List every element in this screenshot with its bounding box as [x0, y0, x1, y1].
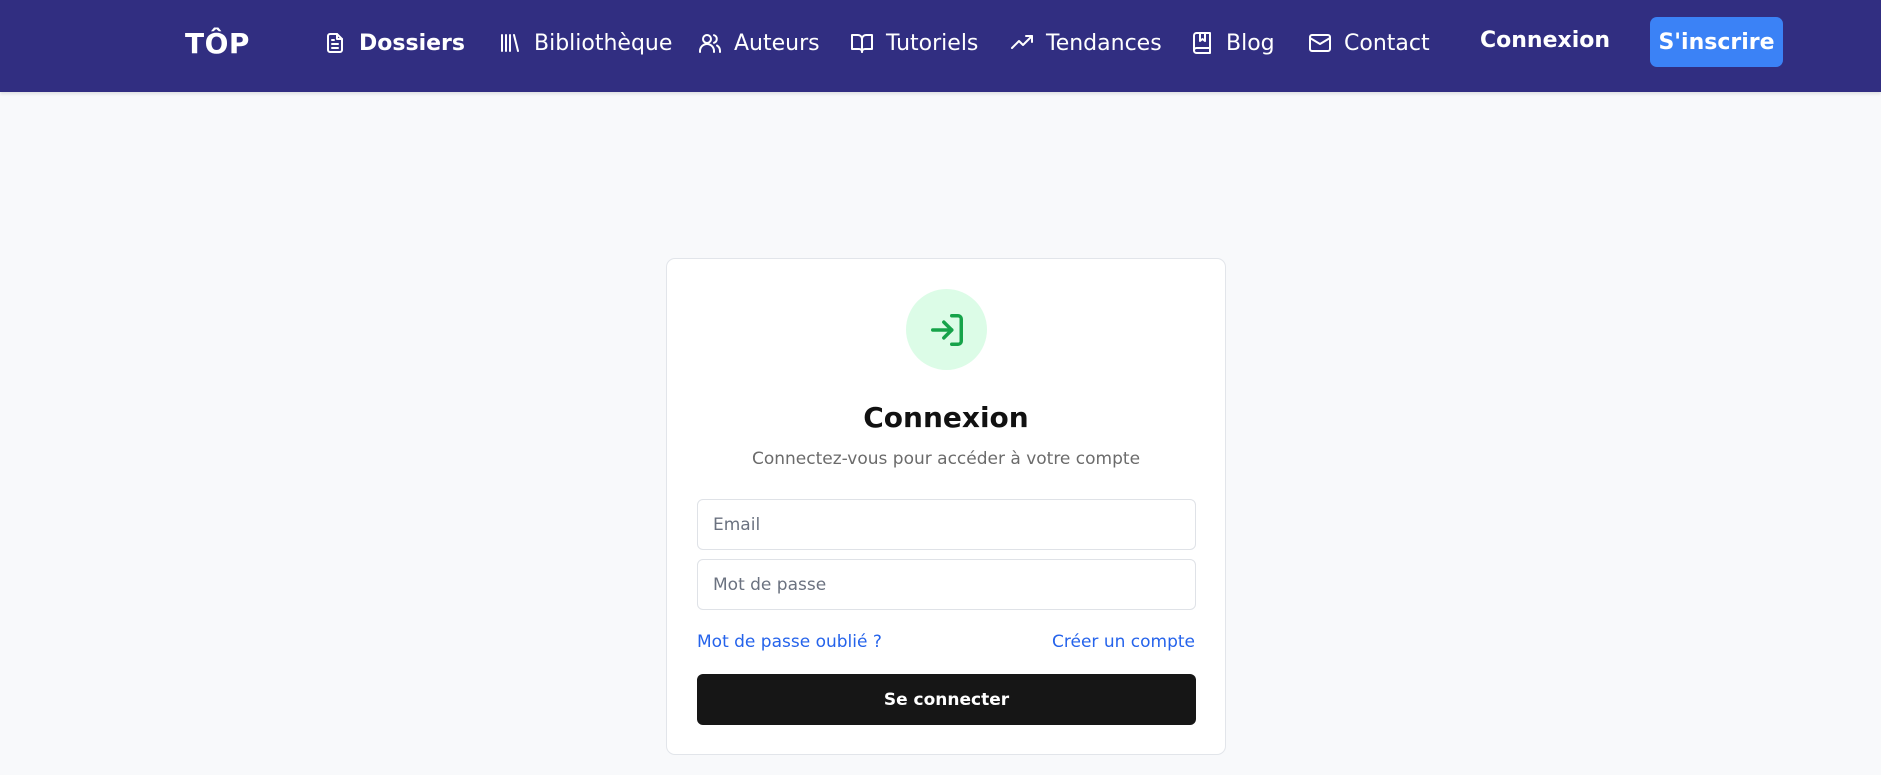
library-icon: [501, 34, 519, 52]
nav-item-contact[interactable]: Contact: [1308, 26, 1430, 60]
nav-item-label: Auteurs: [734, 30, 820, 56]
nav-item-label: Contact: [1344, 30, 1430, 56]
login-icon-circle: [906, 289, 987, 370]
book-open-icon: [851, 34, 873, 53]
create-account-link[interactable]: Créer un compte: [1052, 632, 1195, 652]
nav-item-blog[interactable]: Blog: [1190, 26, 1275, 60]
trending-up-icon: [1011, 35, 1033, 49]
nav-item-tendances[interactable]: Tendances: [1010, 26, 1162, 60]
nav-item-label: Tutoriels: [886, 30, 979, 56]
mail-icon: [1309, 34, 1331, 52]
login-title: Connexion: [863, 401, 1029, 434]
nav-login-link[interactable]: Connexion: [1480, 28, 1610, 53]
forgot-password-link[interactable]: Mot de passe oublié ?: [697, 632, 882, 652]
log-in-icon: [930, 313, 963, 346]
submit-login-button[interactable]: Se connecter: [697, 674, 1196, 725]
nav-item-auteurs[interactable]: Auteurs: [698, 26, 820, 60]
login-card: Connexion Connectez-vous pour accéder à …: [666, 258, 1226, 755]
nav-item-dossiers[interactable]: Dossiers: [323, 26, 465, 60]
nav-item-label: Blog: [1226, 30, 1275, 56]
nav-item-tutoriels[interactable]: Tutoriels: [850, 26, 978, 60]
login-subtitle: Connectez-vous pour accéder à votre comp…: [751, 449, 1141, 469]
password-field[interactable]: [697, 559, 1196, 610]
nav-item-label: Dossiers: [359, 30, 465, 56]
book-marked-icon: [1193, 32, 1211, 54]
email-field[interactable]: [697, 499, 1196, 550]
site-logo[interactable]: TÔP: [185, 27, 250, 60]
nav-item-label: Tendances: [1046, 30, 1162, 56]
file-text-icon: [327, 33, 343, 53]
top-navbar: TÔP Dossiers Bibliothèque Auteurs Tutori…: [0, 0, 1881, 92]
nav-item-bibliotheque[interactable]: Bibliothèque: [498, 26, 672, 60]
signup-button[interactable]: S'inscrire: [1650, 17, 1783, 67]
users-icon: [699, 34, 722, 53]
nav-item-label: Bibliothèque: [534, 30, 673, 56]
